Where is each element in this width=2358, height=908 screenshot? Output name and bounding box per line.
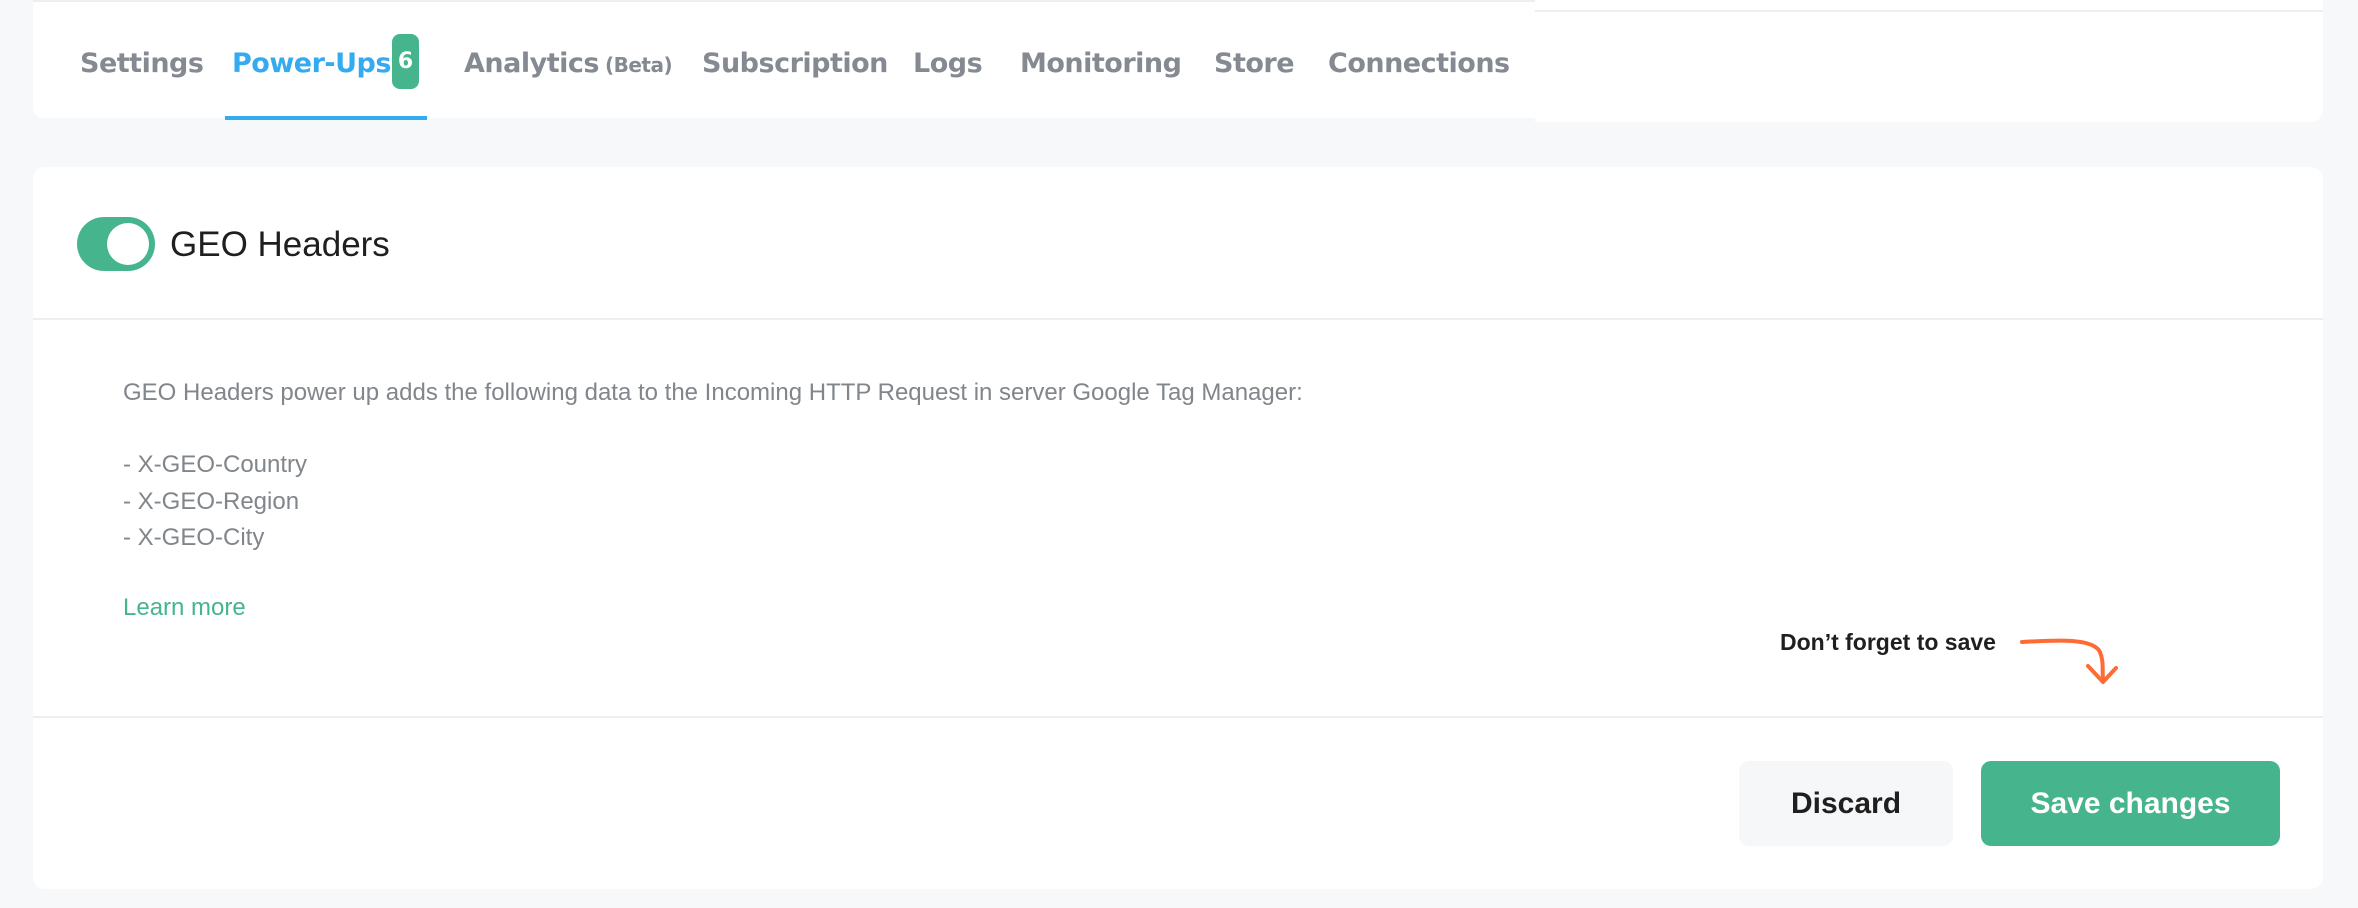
header-item: - X-GEO-City: [123, 524, 265, 551]
enable-toggle[interactable]: [77, 217, 155, 271]
tab-settings[interactable]: Settings: [80, 42, 204, 86]
power-up-title: GEO Headers: [170, 225, 390, 264]
power-up-card: GEO Headers GEO Headers power up adds th…: [33, 167, 2323, 889]
tab-subscription[interactable]: Subscription: [702, 42, 888, 86]
tab-monitoring[interactable]: Monitoring: [1020, 42, 1182, 86]
header-right-panel: [1535, 0, 2323, 122]
footer-divider: [33, 716, 2323, 718]
tab-analytics-label: Analytics: [464, 48, 599, 79]
tab-store[interactable]: Store: [1214, 42, 1295, 86]
save-reminder: Don’t forget to save: [1780, 629, 1996, 655]
discard-button[interactable]: Discard: [1739, 761, 1953, 846]
header-item: - X-GEO-Country: [123, 451, 308, 478]
header-divider: [1535, 10, 2323, 12]
learn-more-link[interactable]: Learn more: [123, 593, 246, 623]
card-header: GEO Headers: [33, 167, 2323, 320]
tab-analytics[interactable]: Analytics (Beta): [464, 42, 673, 86]
header-item: - X-GEO-Region: [123, 488, 300, 515]
curved-arrow-down-icon: [2020, 638, 2118, 684]
active-tab-indicator: [225, 116, 427, 120]
tab-logs[interactable]: Logs: [913, 42, 983, 86]
tab-power-ups[interactable]: Power-Ups: [232, 42, 391, 86]
save-changes-button[interactable]: Save changes: [1981, 761, 2280, 846]
tab-bar: Settings Power-Ups 6 Analytics (Beta) Sub…: [33, 0, 1535, 120]
power-ups-count-badge: 6: [392, 34, 419, 89]
toggle-knob: [107, 223, 149, 265]
power-up-description: GEO Headers power up adds the following …: [123, 379, 1303, 406]
tab-connections[interactable]: Connections: [1328, 42, 1510, 86]
beta-label: (Beta): [604, 53, 673, 77]
